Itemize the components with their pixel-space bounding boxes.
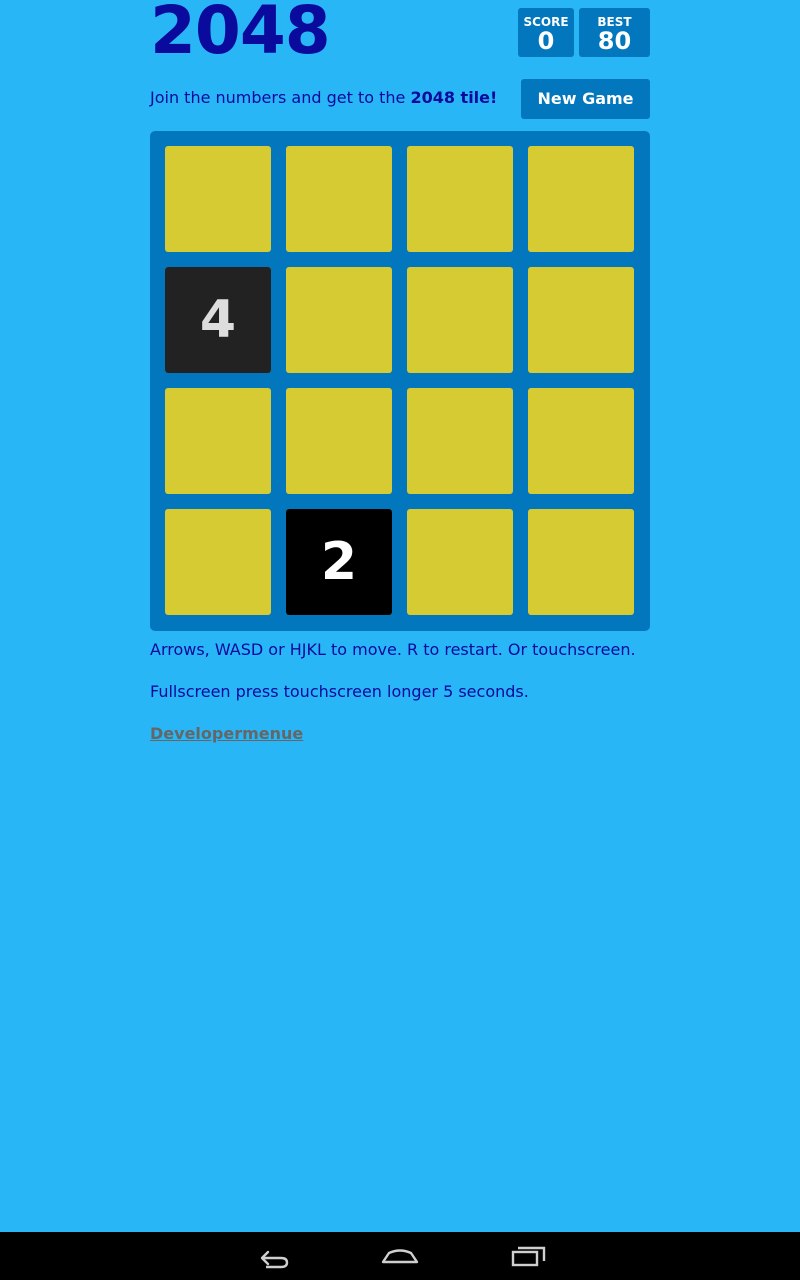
- grid-cell: [286, 267, 392, 373]
- fullscreen-help: Fullscreen press touchscreen longer 5 se…: [150, 682, 529, 701]
- score-box: SCORE 0: [518, 8, 574, 57]
- tile-4: 4: [165, 267, 271, 373]
- grid-cell: [528, 388, 634, 494]
- best-value: 80: [597, 27, 632, 55]
- home-icon[interactable]: [376, 1240, 424, 1272]
- grid-cell: [528, 146, 634, 252]
- score-value: 0: [537, 27, 555, 55]
- grid-cell: [528, 509, 634, 615]
- intro-prefix: Join the numbers and get to the: [150, 88, 411, 107]
- game-title: 2048: [150, 0, 331, 69]
- grid-cell: [165, 388, 271, 494]
- grid-cell: [165, 509, 271, 615]
- score-label: SCORE: [523, 15, 569, 29]
- android-nav-bar: [0, 1232, 800, 1280]
- grid-cell: [407, 146, 513, 252]
- best-label: BEST: [597, 15, 632, 29]
- intro-text: Join the numbers and get to the 2048 til…: [150, 88, 497, 108]
- grid-cell: [286, 388, 392, 494]
- grid-cell: [528, 267, 634, 373]
- grid-cell: [286, 146, 392, 252]
- new-game-button[interactable]: New Game: [521, 79, 650, 119]
- grid-cell: [407, 267, 513, 373]
- grid-cell: [407, 509, 513, 615]
- tile-2: 2: [286, 509, 392, 615]
- controls-help: Arrows, WASD or HJKL to move. R to resta…: [150, 640, 636, 659]
- game-screen: 2048 SCORE 0 BEST 80 Join the numbers an…: [0, 0, 800, 1280]
- back-icon[interactable]: [248, 1240, 296, 1272]
- developer-menu-link[interactable]: Developermenue: [150, 724, 303, 744]
- best-score-box: BEST 80: [579, 8, 650, 57]
- grid-cell: [165, 146, 271, 252]
- intro-goal: 2048 tile!: [410, 88, 498, 107]
- game-board[interactable]: 42: [150, 131, 650, 631]
- recent-apps-icon[interactable]: [504, 1240, 552, 1272]
- grid-cell: [407, 388, 513, 494]
